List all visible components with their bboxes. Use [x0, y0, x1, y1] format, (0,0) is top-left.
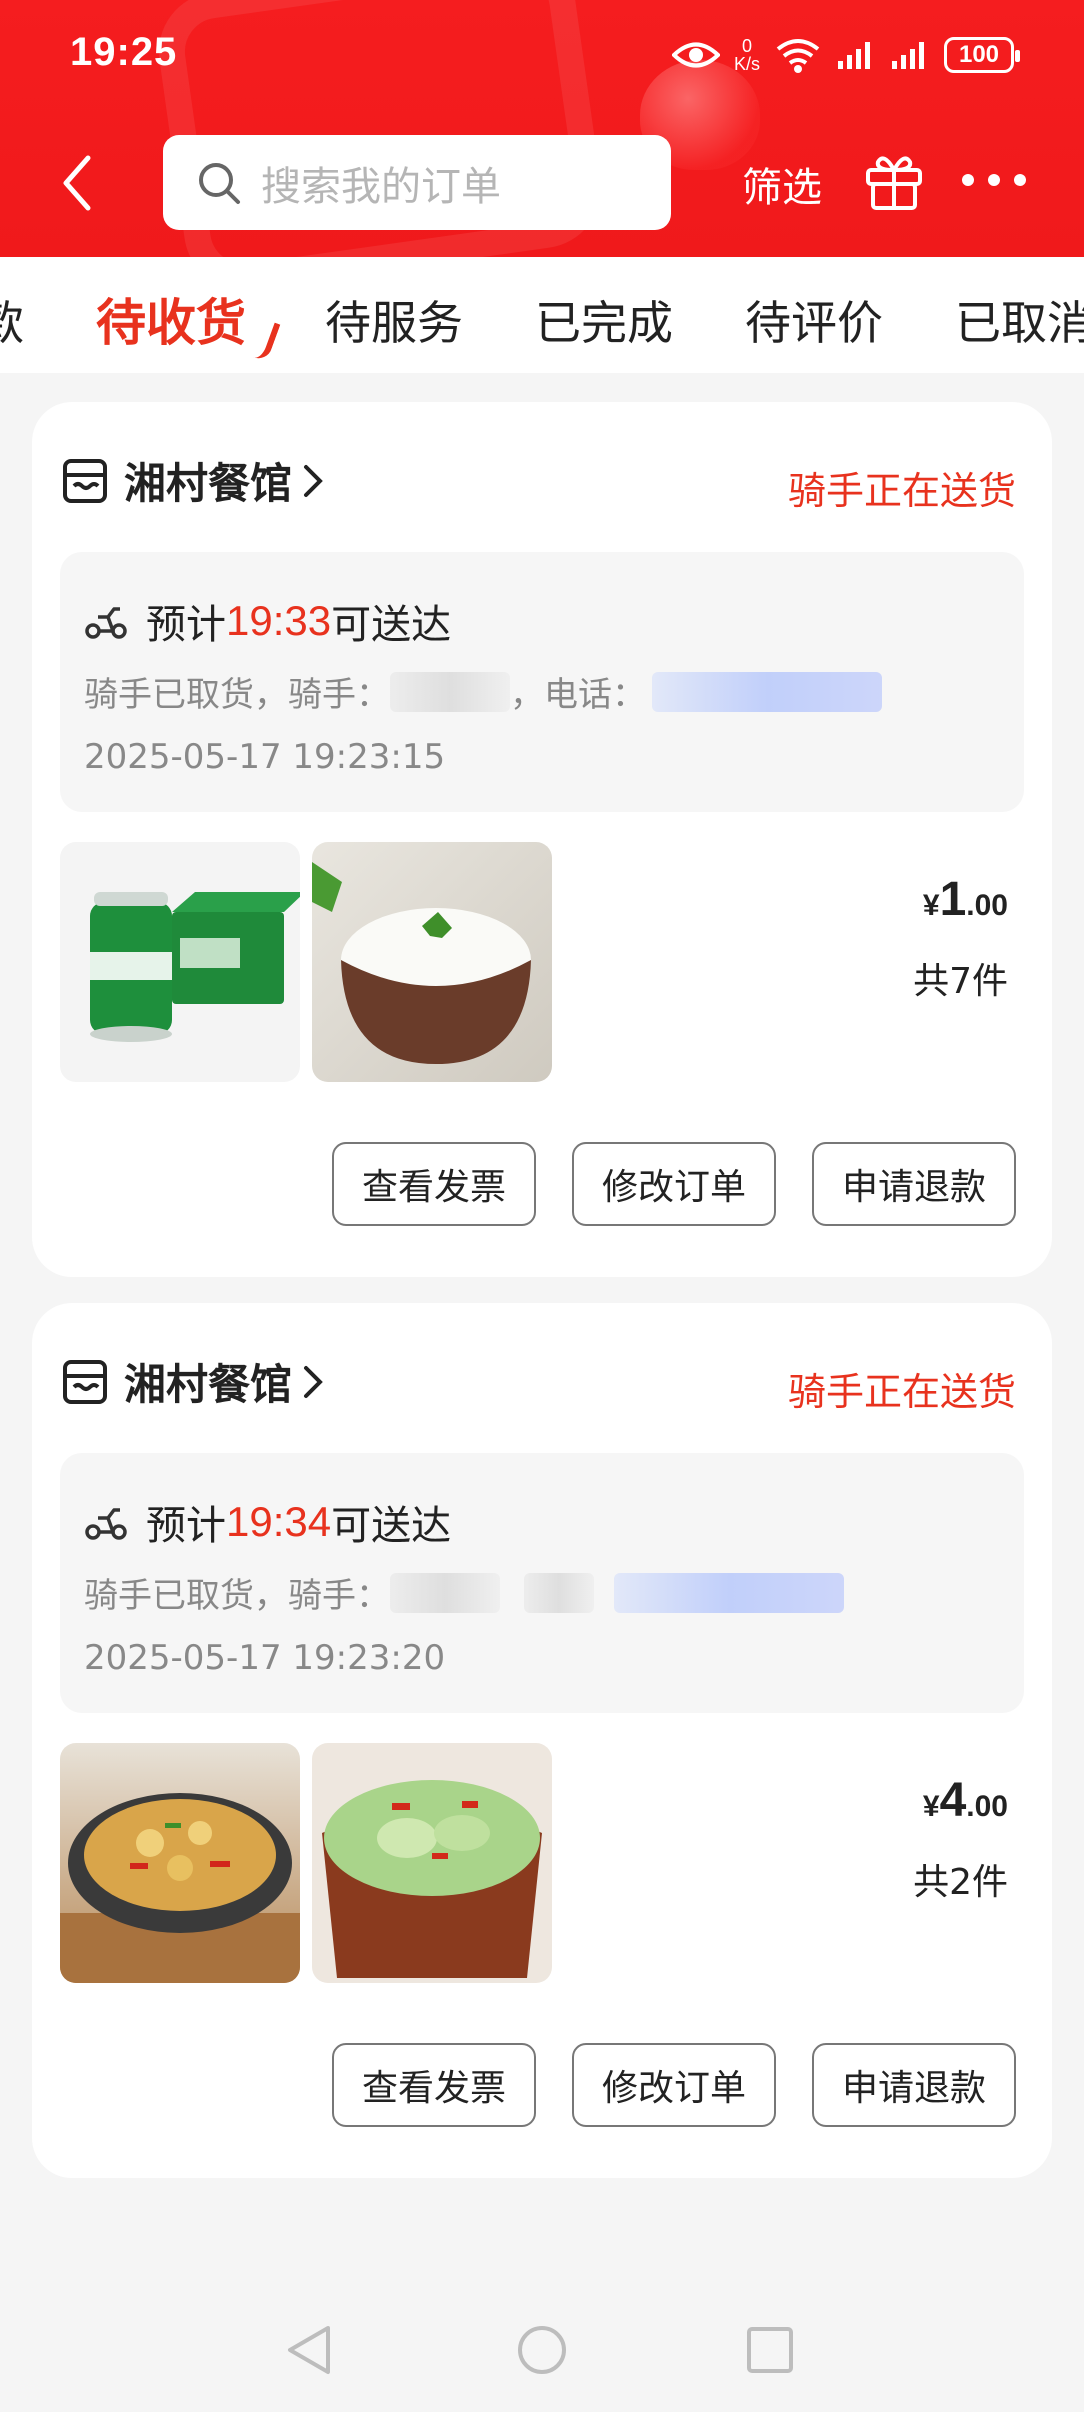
signal-icon-1 — [838, 42, 870, 69]
status-icons: 0 K/s 100 — [671, 30, 1020, 80]
scooter-icon — [85, 607, 127, 639]
more-button[interactable] — [962, 160, 1026, 200]
order-tabs: 款 待收货 待服务 已完成 待评价 已取消 — [0, 257, 1084, 373]
eta-row: 预计 19:33 可送达 — [84, 592, 451, 650]
redacted-rider-name — [390, 671, 510, 712]
delivery-info[interactable]: 预计 19:34 可送达 骑手已取货，骑手： 2025-05-17 19:23:… — [60, 1453, 1024, 1713]
store-icon — [63, 1359, 107, 1404]
search-placeholder: 搜索我的订单 — [261, 163, 501, 210]
tab-completed[interactable]: 已完成 — [535, 287, 673, 353]
rider-info: 骑手已取货，骑手： ，电话： — [84, 667, 882, 716]
modify-order-button[interactable]: 修改订单 — [572, 1142, 776, 1226]
dot-icon — [988, 174, 1000, 186]
signal-icon-2 — [892, 42, 924, 69]
nav-recents-icon[interactable] — [740, 2320, 800, 2380]
tab-awaiting-service[interactable]: 待服务 — [325, 287, 463, 353]
eta-prefix: 预计 — [146, 1503, 226, 1549]
rider-info: 骑手已取货，骑手： — [84, 1568, 844, 1617]
product-thumbnail-beer[interactable] — [60, 842, 300, 1082]
product-thumbnail-cabbage[interactable] — [312, 1743, 552, 1983]
scooter-icon — [85, 1508, 127, 1540]
rider-phone-label: ，电话： — [510, 675, 646, 715]
tab-refund[interactable]: 款 — [0, 287, 24, 353]
eta-prefix: 预计 — [146, 602, 226, 648]
order-actions: 查看发票 修改订单 申请退款 — [332, 1142, 1016, 1226]
order-status: 骑手正在送货 — [787, 1370, 1016, 1414]
delivery-info[interactable]: 预计 19:33 可送达 骑手已取货，骑手： ，电话： 2025-05-17 1… — [60, 552, 1024, 812]
dot-icon — [1014, 174, 1026, 186]
status-bar: 19:25 0 K/s 100 — [0, 0, 1084, 110]
eta-suffix: 可送达 — [331, 1503, 452, 1549]
product-thumbnail-rice[interactable] — [312, 842, 552, 1082]
nav-back-icon[interactable] — [280, 2320, 340, 2380]
modify-order-button[interactable]: 修改订单 — [572, 2043, 776, 2127]
view-invoice-button[interactable]: 查看发票 — [332, 2043, 536, 2127]
redacted-rider-name — [390, 1572, 500, 1613]
filter-button[interactable]: 筛选 — [742, 155, 822, 213]
order-card[interactable]: 湘村餐馆 骑手正在送货 预计 19:33 可送达 骑手已取货，骑手： ，电话： … — [32, 402, 1052, 1277]
tab-to-review[interactable]: 待评价 — [745, 287, 883, 353]
status-time: 19:25 — [70, 30, 178, 74]
order-status: 骑手正在送货 — [787, 469, 1016, 513]
beer-image — [90, 892, 300, 1042]
search-icon — [199, 162, 240, 204]
chevron-right-icon — [304, 1365, 323, 1398]
system-navigation-bar — [0, 2290, 1084, 2412]
store-icon — [63, 458, 107, 503]
rice-image — [312, 862, 531, 1064]
eta-suffix: 可送达 — [331, 602, 452, 648]
chevron-left-icon — [63, 155, 91, 211]
request-refund-button[interactable]: 申请退款 — [812, 2043, 1016, 2127]
tab-awaiting-receipt[interactable]: 待收货 — [96, 283, 246, 355]
item-count: 共2件 — [913, 1862, 1008, 1903]
header: 19:25 0 K/s 100 搜索我的订单 筛选 — [0, 0, 1084, 257]
eta-time: 19:33 — [226, 597, 332, 644]
store-name: 湘村餐馆 — [124, 1360, 293, 1409]
eta-row: 预计 19:34 可送达 — [84, 1493, 451, 1551]
order-price: ¥4.00 — [922, 1774, 1008, 1827]
request-refund-button[interactable]: 申请退款 — [812, 1142, 1016, 1226]
active-tab-indicator — [253, 319, 281, 363]
rider-label: 骑手已取货，骑手： — [84, 675, 390, 715]
store-link[interactable]: 湘村餐馆 — [62, 1351, 326, 1412]
wifi-icon — [776, 39, 820, 73]
view-invoice-button[interactable]: 查看发票 — [332, 1142, 536, 1226]
back-button[interactable] — [52, 148, 102, 218]
redacted-phone-label — [524, 1572, 594, 1613]
order-time: 2025-05-17 19:23:15 — [84, 737, 446, 777]
chevron-right-icon — [304, 464, 323, 497]
potato-pot-image — [60, 1793, 300, 1983]
eye-icon — [671, 42, 720, 68]
gift-icon — [866, 156, 922, 210]
order-actions: 查看发票 修改订单 申请退款 — [332, 2043, 1016, 2127]
product-thumbnail-potato-pot[interactable] — [60, 1743, 300, 1983]
order-price: ¥1.00 — [922, 873, 1008, 926]
dot-icon — [962, 174, 974, 186]
network-speed: 0 K/s — [733, 36, 760, 74]
store-name: 湘村餐馆 — [124, 459, 293, 508]
gift-button[interactable] — [862, 148, 926, 212]
rider-label: 骑手已取货，骑手： — [84, 1576, 390, 1616]
nav-home-icon[interactable] — [512, 2320, 572, 2380]
tab-cancelled[interactable]: 已取消 — [955, 287, 1084, 353]
cabbage-image — [322, 1780, 542, 1978]
store-link[interactable]: 湘村餐馆 — [62, 450, 326, 511]
item-count: 共7件 — [913, 961, 1008, 1002]
search-input[interactable]: 搜索我的订单 — [163, 135, 671, 230]
redacted-rider-phone[interactable] — [652, 671, 882, 712]
order-card[interactable]: 湘村餐馆 骑手正在送货 预计 19:34 可送达 骑手已取货，骑手： 2025-… — [32, 1303, 1052, 2178]
battery-indicator: 100 — [944, 37, 1020, 73]
eta-time: 19:34 — [226, 1498, 332, 1545]
redacted-rider-phone[interactable] — [614, 1572, 844, 1613]
order-time: 2025-05-17 19:23:20 — [84, 1638, 446, 1678]
